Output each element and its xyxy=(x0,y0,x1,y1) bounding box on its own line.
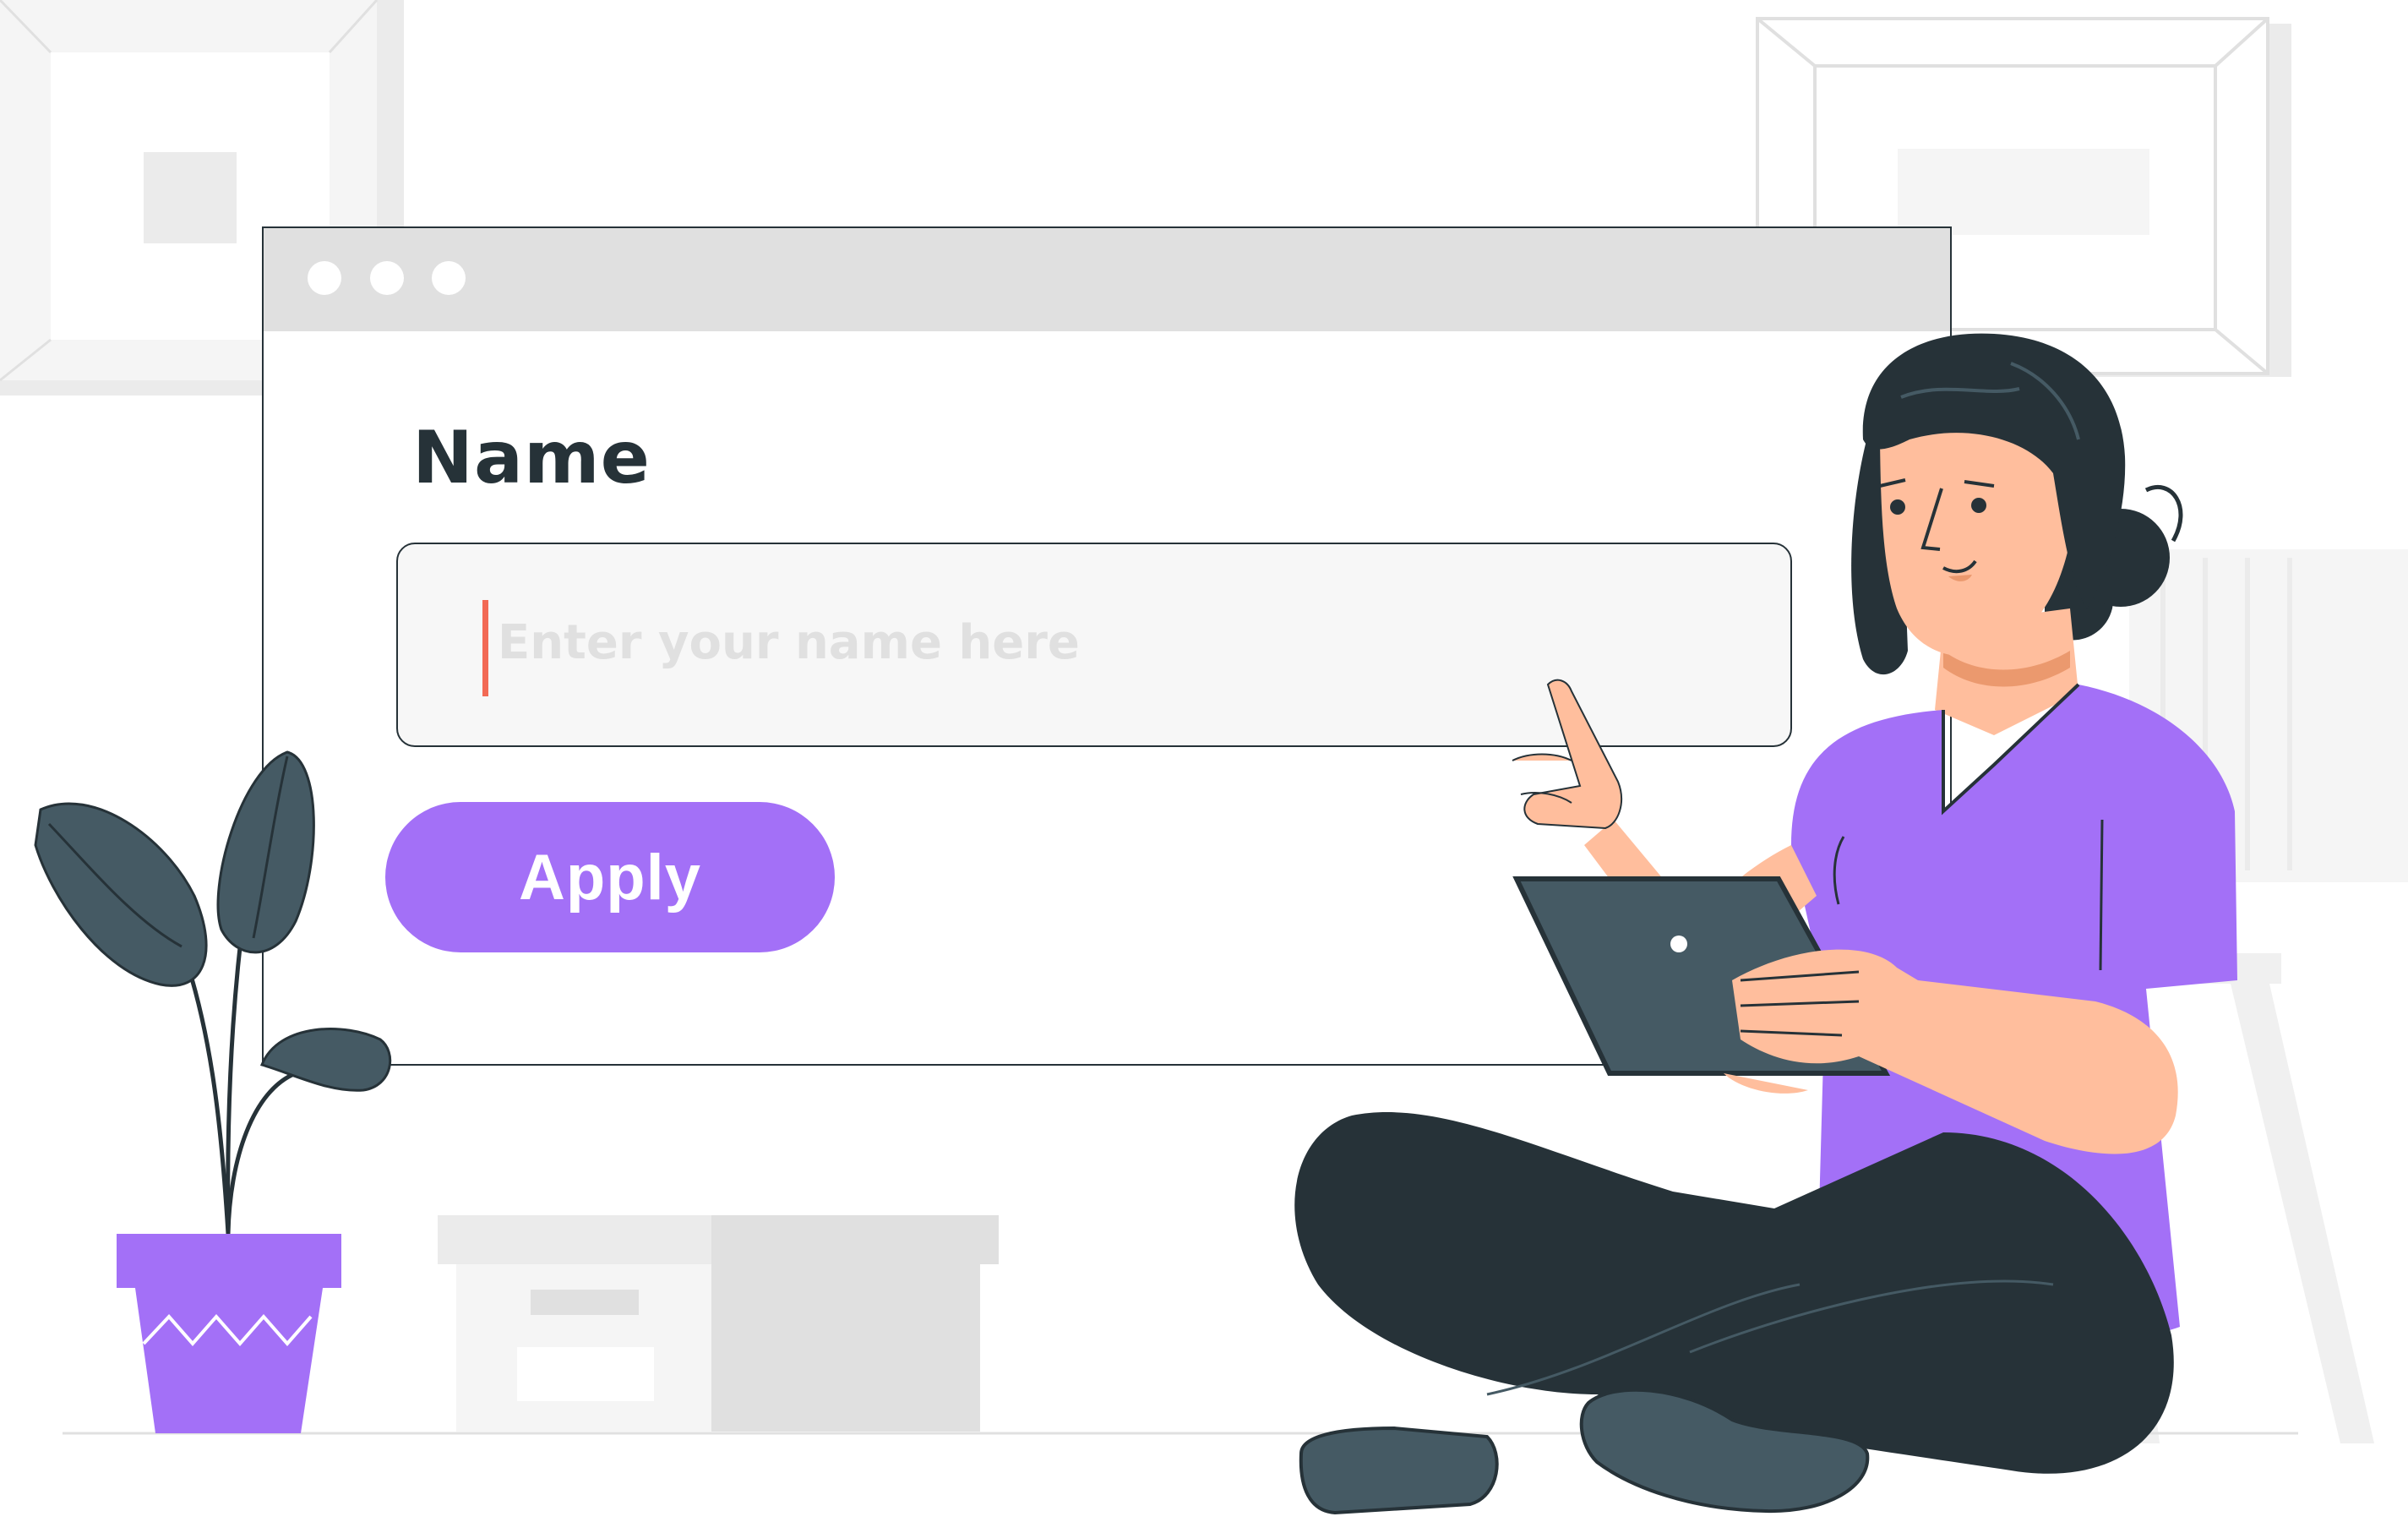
illustration-scene: Name Enter your name here Apply xyxy=(0,0,2408,1522)
woman-with-tablet-illustration xyxy=(1294,333,2237,1515)
